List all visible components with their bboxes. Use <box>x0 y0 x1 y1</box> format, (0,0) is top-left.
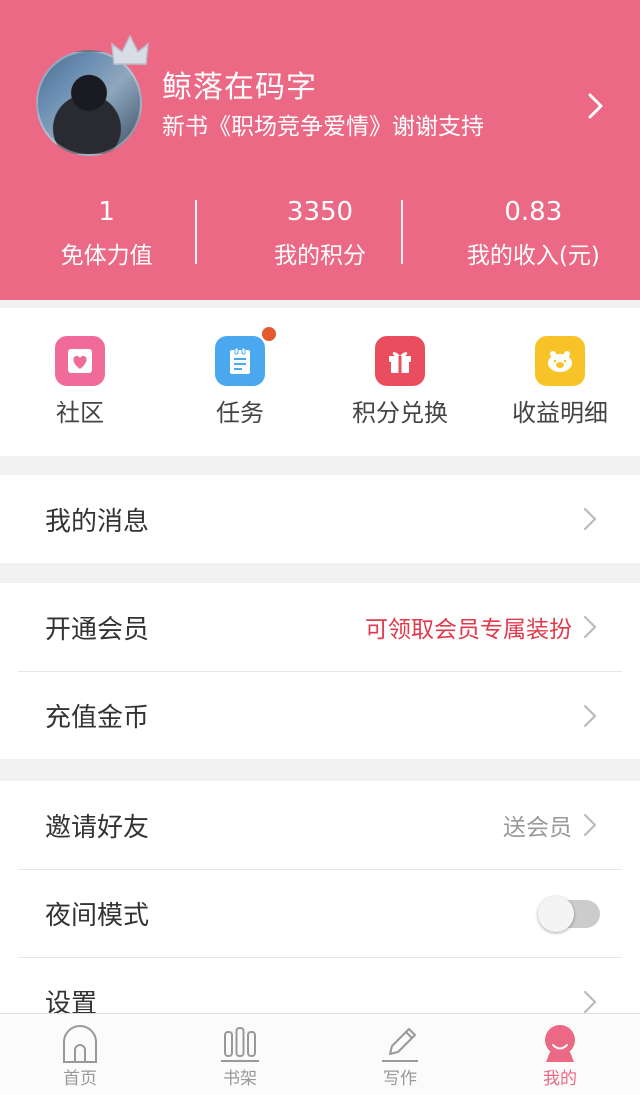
stat-divider <box>195 200 197 264</box>
menu-item-invite[interactable]: 邀请好友 送会员 <box>18 781 622 869</box>
quick-action-points-exchange[interactable]: 积分兑换 <box>320 308 480 456</box>
community-icon <box>55 336 105 386</box>
stat-label: 我的积分 <box>273 243 366 269</box>
avatar-container[interactable] <box>36 34 149 156</box>
quick-actions: 社区 任务 积分兑换 收益明细 <box>0 308 640 456</box>
chevron-right-icon <box>583 507 597 531</box>
quick-action-earnings[interactable]: 收益明细 <box>480 308 640 456</box>
notification-dot <box>262 327 276 341</box>
quick-action-community[interactable]: 社区 <box>0 308 160 456</box>
chevron-right-icon <box>583 704 597 728</box>
stat-divider <box>401 200 403 264</box>
quick-action-label: 积分兑换 <box>352 399 448 427</box>
menu-item-label: 邀请好友 <box>45 812 150 843</box>
menu-item-label: 开通会员 <box>45 614 150 645</box>
piggy-icon <box>535 336 585 386</box>
menu-item-settings[interactable]: 设置 <box>18 957 622 1013</box>
menu-item-recharge[interactable]: 充值金币 <box>18 671 622 759</box>
stat-label: 我的收入(元) <box>466 243 600 269</box>
menu-item-messages[interactable]: 我的消息 <box>18 475 622 563</box>
night-mode-toggle[interactable] <box>538 896 600 932</box>
toggle-knob <box>538 896 574 932</box>
stat-label: 免体力值 <box>60 243 153 269</box>
section-general: 邀请好友 送会员 夜间模式 设置 <box>0 781 640 1013</box>
menu-item-night-mode: 夜间模式 <box>18 869 622 957</box>
menu-item-label: 我的消息 <box>45 506 150 537</box>
stat-value: 3350 <box>286 197 354 227</box>
tab-label: 书架 <box>223 1069 257 1089</box>
quick-action-label: 收益明细 <box>512 399 608 427</box>
chevron-right-icon <box>583 990 597 1013</box>
bottom-tab-bar: 首页 书架 写作 我的 <box>0 1013 640 1095</box>
stat-value: 1 <box>98 197 115 227</box>
chevron-right-icon <box>583 813 597 837</box>
menu-item-label: 设置 <box>45 989 98 1013</box>
profile-header: 鲸落在码字 新书《职场竞争爱情》谢谢支持 1 免体力值 3350 我的积分 0.… <box>0 0 640 300</box>
stat-value: 0.83 <box>504 197 563 227</box>
menu-item-label: 夜间模式 <box>45 901 150 931</box>
tab-label: 写作 <box>383 1069 417 1089</box>
bookshelf-icon <box>221 1027 259 1062</box>
menu-item-vip[interactable]: 开通会员 可领取会员专属装扮 <box>18 583 622 671</box>
tab-label: 我的 <box>543 1069 577 1089</box>
stat-stamina[interactable]: 1 免体力值 <box>0 192 213 282</box>
profile-icon <box>545 1025 575 1062</box>
tab-write[interactable]: 写作 <box>320 1014 480 1095</box>
menu-item-label: 充值金币 <box>45 703 150 733</box>
gift-icon <box>375 336 425 386</box>
chevron-right-icon[interactable] <box>586 92 606 120</box>
quick-action-label: 任务 <box>216 399 264 427</box>
user-name[interactable]: 鲸落在码字 <box>162 70 317 106</box>
section-membership: 开通会员 可领取会员专属装扮 充值金币 <box>0 583 640 759</box>
stats-bar: 1 免体力值 3350 我的积分 0.83 我的收入(元) <box>0 192 640 282</box>
task-icon <box>215 336 265 386</box>
section-messages: 我的消息 <box>0 475 640 563</box>
invite-reward-text: 送会员 <box>503 815 572 841</box>
tab-profile[interactable]: 我的 <box>480 1014 640 1095</box>
stat-income[interactable]: 0.83 我的收入(元) <box>427 192 640 282</box>
stat-points[interactable]: 3350 我的积分 <box>213 192 426 282</box>
vip-promo-text: 可领取会员专属装扮 <box>365 617 572 643</box>
quick-action-task[interactable]: 任务 <box>160 308 320 456</box>
tab-bookshelf[interactable]: 书架 <box>160 1014 320 1095</box>
quick-action-label: 社区 <box>56 399 104 427</box>
crown-icon <box>111 34 149 65</box>
home-icon <box>63 1025 97 1063</box>
user-subtitle: 新书《职场竞争爱情》谢谢支持 <box>162 114 484 140</box>
tab-home[interactable]: 首页 <box>0 1014 160 1095</box>
pen-icon <box>382 1028 418 1062</box>
chevron-right-icon <box>583 615 597 639</box>
tab-label: 首页 <box>63 1069 97 1089</box>
